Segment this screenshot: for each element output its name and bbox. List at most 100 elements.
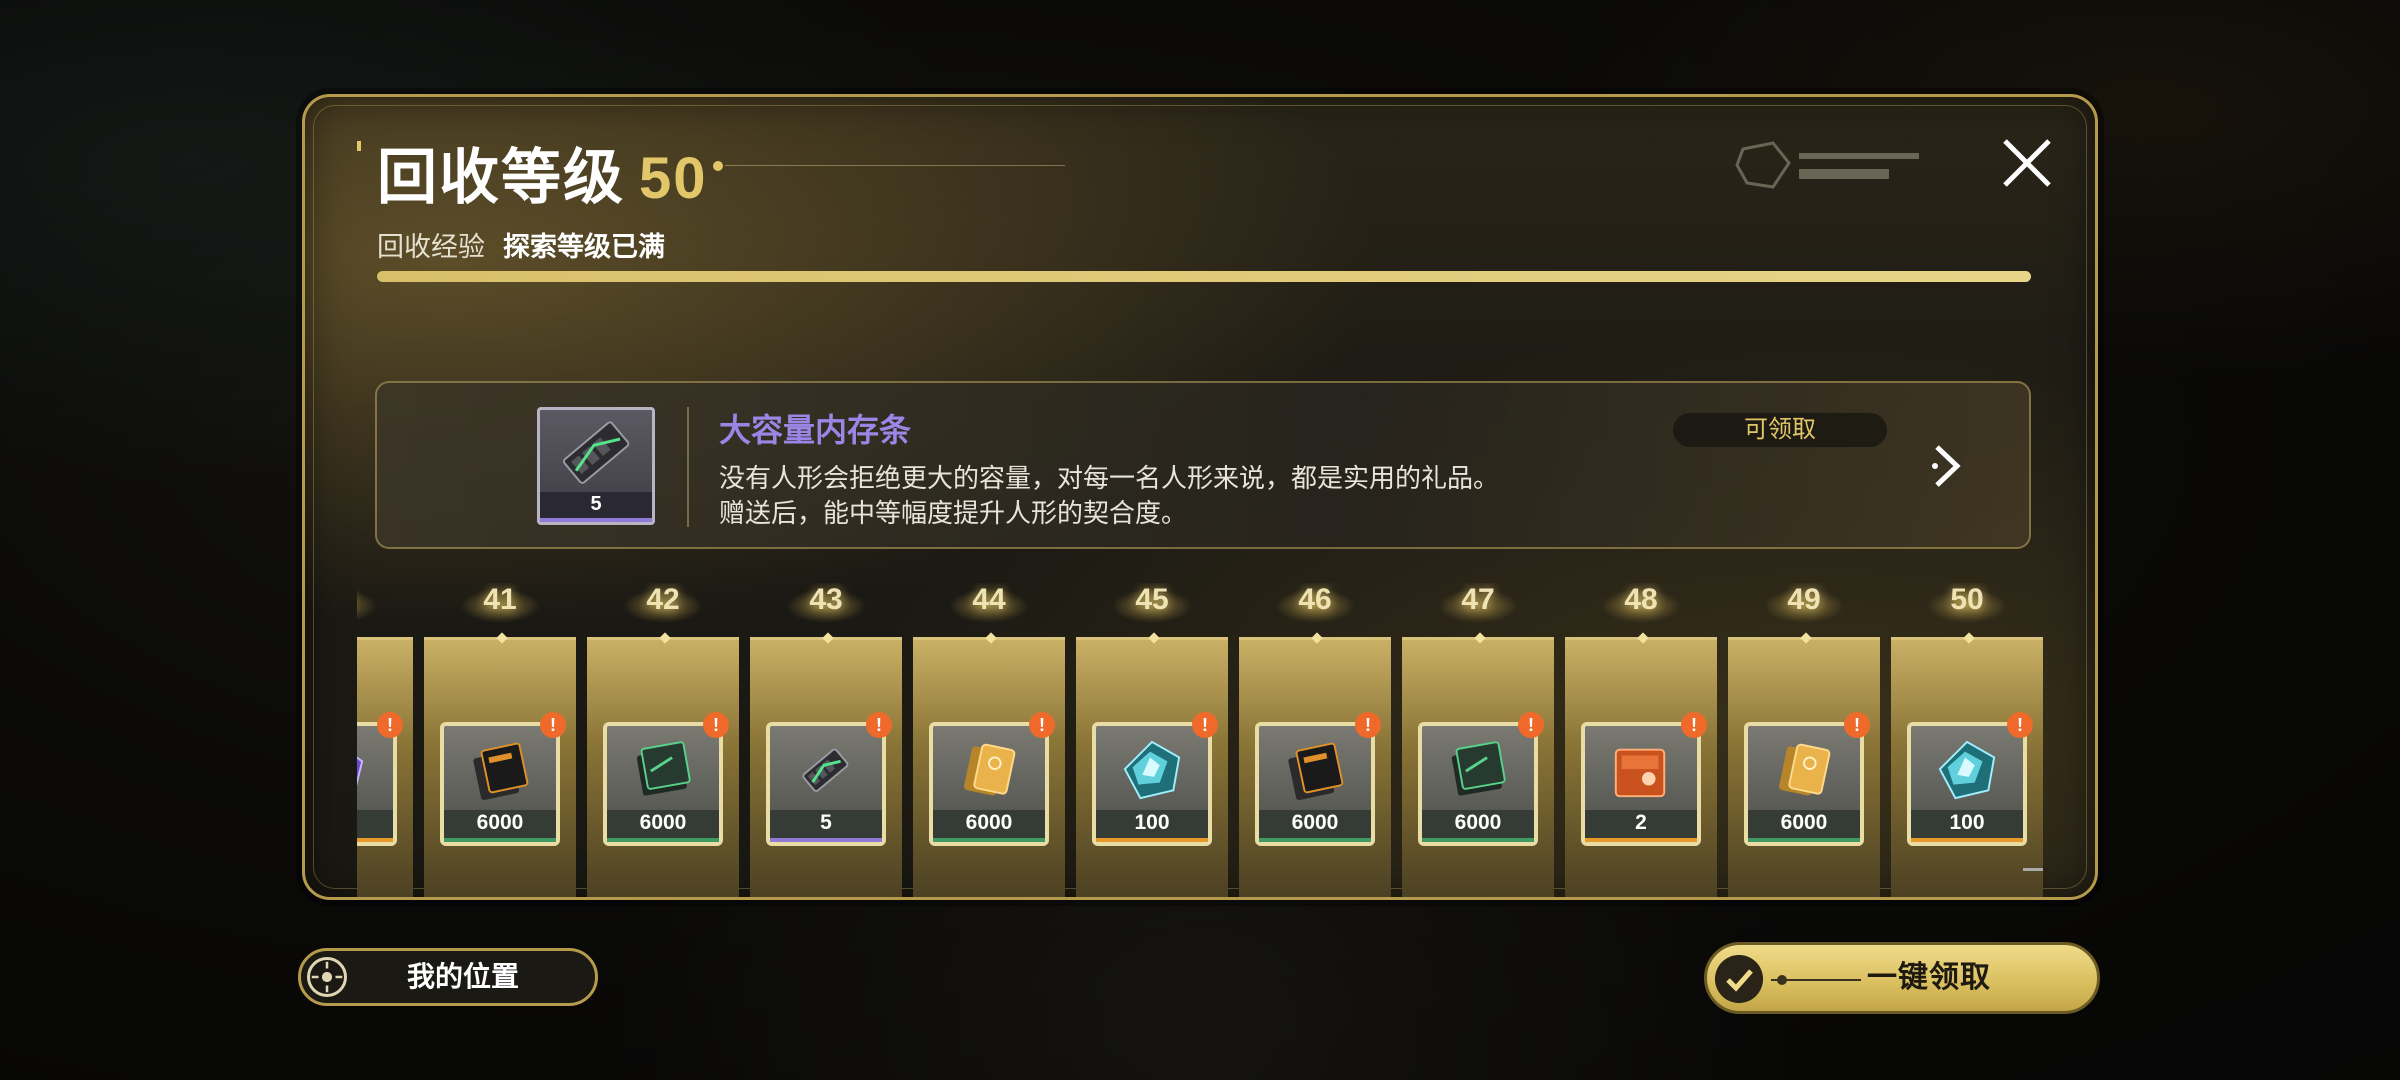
- reward-item-slot[interactable]: 6000!: [1744, 712, 1870, 846]
- claim-all-button[interactable]: 一键领取: [1704, 942, 2100, 1014]
- reward-item-quantity: 1: [357, 810, 393, 842]
- title-dot-decoration: [713, 161, 723, 171]
- reward-item-slot[interactable]: 6000!: [1418, 712, 1544, 846]
- reward-level-number: 48: [1624, 583, 1658, 616]
- chevron-right-icon[interactable]: [1929, 441, 1965, 491]
- reward-column-level-48[interactable]: 48 2!: [1565, 583, 1717, 897]
- claim-all-label: 一键领取: [1867, 961, 1991, 994]
- teal-crystal-icon: [1123, 740, 1181, 800]
- reward-item-slot[interactable]: 100!: [1907, 712, 2033, 846]
- close-icon[interactable]: [1997, 133, 2057, 193]
- reward-item-quantity: 100: [1911, 810, 2023, 842]
- reward-item-slot[interactable]: 6000!: [1255, 712, 1381, 846]
- reward-card[interactable]: 6000!: [424, 637, 576, 897]
- reward-card[interactable]: 2!: [1565, 637, 1717, 897]
- claim-decor-line: [1771, 979, 1861, 981]
- reward-column-level-47[interactable]: 47 6000!: [1402, 583, 1554, 897]
- alert-badge-icon: !: [540, 712, 566, 738]
- reward-item-quantity: 6000: [1259, 810, 1371, 842]
- reward-column-level-42[interactable]: 42 6000!: [587, 583, 739, 897]
- memory-stick-icon: [562, 421, 630, 484]
- reward-column-level-46[interactable]: 46 6000!: [1239, 583, 1391, 897]
- reward-column-level-44[interactable]: 44 6000!: [913, 583, 1065, 897]
- reward-column-level-41[interactable]: 41 6000!: [424, 583, 576, 897]
- exp-progress-fill: [377, 271, 2031, 282]
- green-card-icon: [636, 741, 691, 796]
- reward-card[interactable]: 6000!: [1239, 637, 1391, 897]
- reward-card[interactable]: 6000!: [1402, 637, 1554, 897]
- reward-item-quantity: 100: [1096, 810, 1208, 842]
- reward-level-number: 50: [1950, 583, 1984, 616]
- reward-item-slot[interactable]: 6000!: [440, 712, 566, 846]
- featured-reward-card[interactable]: 5 大容量内存条 没有人形会拒绝更大的容量，对每一名人形来说，都是实用的礼品。 …: [375, 381, 2031, 549]
- reward-item-slot[interactable]: 5!: [766, 712, 892, 846]
- reward-item-quantity: 5: [770, 810, 882, 842]
- gold-bar-icon: [964, 743, 1016, 796]
- reward-item-slot[interactable]: 100!: [1092, 712, 1218, 846]
- black-card-icon: [473, 742, 529, 801]
- reward-level-number: 45: [1135, 583, 1169, 616]
- reward-column-level-50[interactable]: 50 100!: [1891, 583, 2043, 897]
- alert-badge-icon: !: [703, 712, 729, 738]
- reward-item-slot[interactable]: 1!: [357, 712, 403, 846]
- reward-level-number: 44: [972, 583, 1006, 616]
- alert-badge-icon: !: [1518, 712, 1544, 738]
- featured-item-description: 没有人形会拒绝更大的容量，对每一名人形来说，都是实用的礼品。 赠送后，能中等幅度…: [719, 461, 1499, 531]
- reward-card[interactable]: 1!: [357, 637, 413, 897]
- reward-card[interactable]: 5!: [750, 637, 902, 897]
- alert-badge-icon: !: [1029, 712, 1055, 738]
- reward-track[interactable]: 40 1! 41 6000! 42 6000! 43 5! 44 6000! 45 100! 46 600…: [357, 583, 2049, 897]
- reward-item-slot[interactable]: 6000!: [929, 712, 1055, 846]
- description-line-1: 没有人形会拒绝更大的容量，对每一名人形来说，都是实用的礼品。: [719, 463, 1500, 493]
- featured-item-quantity: 5: [540, 492, 652, 522]
- exp-label: 回收经验: [377, 232, 485, 262]
- title-line-decoration: [725, 165, 1065, 166]
- exp-value: 探索等级已满: [503, 232, 665, 262]
- teal-crystal-icon: [1938, 740, 1996, 800]
- reward-item-quantity: 6000: [444, 810, 556, 842]
- brand-logo-icon: [1735, 141, 1919, 189]
- reward-item-quantity: 6000: [933, 810, 1045, 842]
- reward-level-number: 40: [357, 583, 413, 617]
- alert-badge-icon: !: [1192, 712, 1218, 738]
- memory-stick-icon: [802, 748, 849, 792]
- exp-progress-bar: [377, 271, 2031, 282]
- reward-level-number: 43: [809, 583, 843, 616]
- reward-level-number: 41: [483, 583, 517, 616]
- reward-level-number: 42: [646, 583, 680, 616]
- reward-item-slot[interactable]: 2!: [1581, 712, 1707, 846]
- featured-item-slot[interactable]: 5: [537, 407, 655, 525]
- reward-column-level-45[interactable]: 45 100!: [1076, 583, 1228, 897]
- reward-item-quantity: 6000: [607, 810, 719, 842]
- reward-card[interactable]: 100!: [1076, 637, 1228, 897]
- reward-item-quantity: 6000: [1422, 810, 1534, 842]
- recycle-level-dialog: 回收等级 50 回收经验 探索等级已满 5 大容量内存条 没有人形会拒绝更大的容…: [302, 94, 2098, 900]
- my-position-label: 我的位置: [406, 961, 519, 992]
- orange-box-icon: [1614, 748, 1666, 798]
- level-value: 50: [639, 146, 708, 211]
- page-title: 回收等级 50: [377, 129, 708, 216]
- description-line-2: 赠送后，能中等幅度提升人形的契合度。: [719, 498, 1188, 528]
- reward-level-number: 49: [1787, 583, 1821, 616]
- check-icon: [1715, 955, 1763, 1003]
- reward-card[interactable]: 6000!: [913, 637, 1065, 897]
- title-tick-decoration: [357, 141, 361, 151]
- featured-item-name: 大容量内存条: [719, 412, 912, 448]
- gold-bar-icon: [1779, 743, 1831, 796]
- reward-card[interactable]: 6000!: [587, 637, 739, 897]
- reward-column-level-40[interactable]: 40 1!: [357, 583, 413, 897]
- reward-card[interactable]: 100!: [1891, 637, 2043, 897]
- alert-badge-icon: !: [377, 712, 403, 738]
- alert-badge-icon: !: [866, 712, 892, 738]
- reward-card[interactable]: 6000!: [1728, 637, 1880, 897]
- reward-column-level-43[interactable]: 43 5!: [750, 583, 902, 897]
- alert-badge-icon: !: [1681, 712, 1707, 738]
- reward-level-number: 46: [1298, 583, 1332, 616]
- exp-row: 回收经验 探索等级已满: [377, 225, 665, 264]
- purple-crystal-icon: [357, 756, 364, 787]
- title-label: 回收等级: [377, 144, 625, 211]
- reward-item-slot[interactable]: 6000!: [603, 712, 729, 846]
- black-card-icon: [1288, 742, 1344, 801]
- my-position-button[interactable]: 我的位置: [298, 948, 598, 1006]
- reward-column-level-49[interactable]: 49 6000!: [1728, 583, 1880, 897]
